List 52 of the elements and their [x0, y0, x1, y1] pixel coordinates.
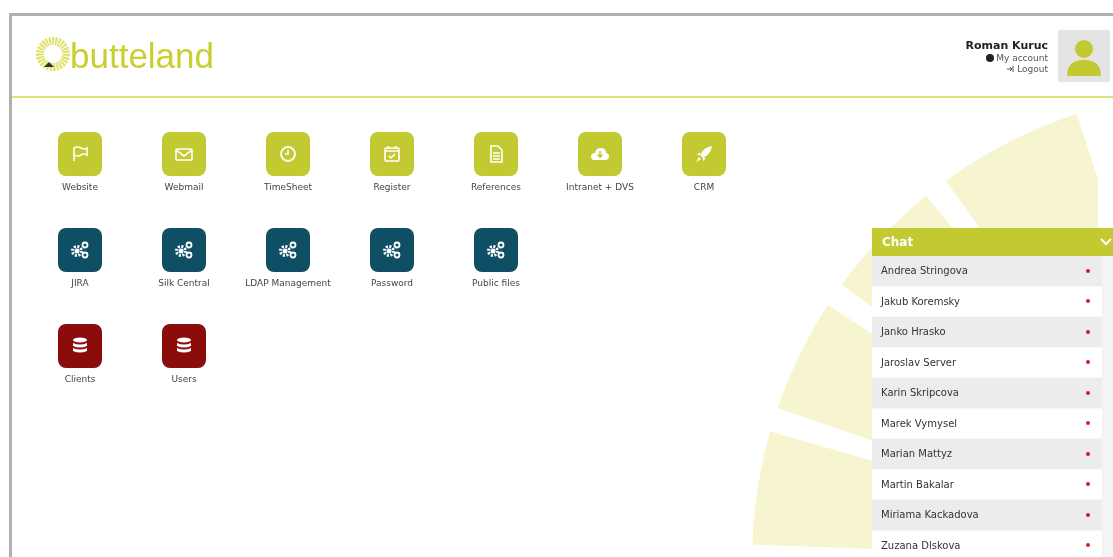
logout-icon	[1007, 64, 1016, 73]
scrollbar[interactable]	[1102, 256, 1113, 557]
contact-name: Marek Vymysel	[881, 417, 958, 429]
contact-row[interactable]: Karin Skripcova	[872, 378, 1102, 409]
app-label[interactable]: Webmail	[164, 182, 204, 192]
app-tile[interactable]	[474, 132, 518, 176]
contact-name: Karin Skripcova	[881, 387, 959, 399]
chevron-icon[interactable]	[1100, 238, 1112, 246]
app-tile[interactable]	[474, 228, 518, 272]
app-tile[interactable]	[162, 132, 206, 176]
app-tile[interactable]	[370, 228, 414, 272]
contact-row[interactable]: Janko Hrasko	[872, 317, 1102, 348]
app-tile[interactable]	[58, 228, 102, 272]
logout-link[interactable]: Logout	[1007, 63, 1048, 74]
app-tile[interactable]	[370, 132, 414, 176]
avatar[interactable]	[1058, 30, 1110, 82]
app-label[interactable]: CRM	[693, 182, 715, 192]
app-tile[interactable]	[58, 324, 102, 368]
app-label[interactable]: Password	[370, 278, 413, 288]
contact-name: Jaroslav Server	[881, 356, 957, 368]
app-label[interactable]: Silk Central	[158, 278, 210, 288]
contact-row[interactable]: Andrea Stringova	[872, 256, 1102, 287]
app-label[interactable]: JIRA	[71, 278, 89, 288]
contact-name: Marian Mattyz	[881, 448, 953, 460]
app-tile[interactable]	[162, 324, 206, 368]
app-tile[interactable]	[266, 132, 310, 176]
app-label[interactable]: Users	[171, 374, 197, 384]
app-label[interactable]: Register	[373, 182, 411, 192]
chat-title: Chat	[882, 235, 914, 249]
app-label[interactable]: TimeSheet	[263, 182, 312, 192]
contact-name: Jakub Koremsky	[881, 295, 960, 307]
app-tile[interactable]	[58, 132, 102, 176]
app-label[interactable]: Website	[62, 182, 98, 192]
app-label[interactable]: References	[471, 182, 521, 192]
contact-name: Janko Hrasko	[881, 326, 946, 338]
user-name: Roman Kuruc	[965, 38, 1048, 52]
app-tile[interactable]	[682, 132, 726, 176]
app-label[interactable]: Public files	[472, 278, 520, 288]
app-label[interactable]: Intranet + DVS	[566, 182, 634, 192]
contact-name: Zuzana Dlskova	[881, 539, 961, 551]
contact-name: Andrea Stringova	[881, 265, 968, 277]
contact-row[interactable]: Miriama Kackadova	[872, 500, 1102, 531]
account-link[interactable]: My account	[986, 52, 1048, 63]
app-tile[interactable]	[578, 132, 622, 176]
app-tile[interactable]	[266, 228, 310, 272]
contact-name: Miriama Kackadova	[881, 509, 979, 521]
app-label[interactable]: LDAP Management	[245, 278, 331, 288]
app-tile[interactable]	[162, 228, 206, 272]
app-label[interactable]: Clients	[64, 374, 96, 384]
account-icon	[986, 53, 995, 62]
contact-row[interactable]: Marian Mattyz	[872, 439, 1102, 470]
contact-name: Martin Bakalar	[881, 478, 954, 490]
